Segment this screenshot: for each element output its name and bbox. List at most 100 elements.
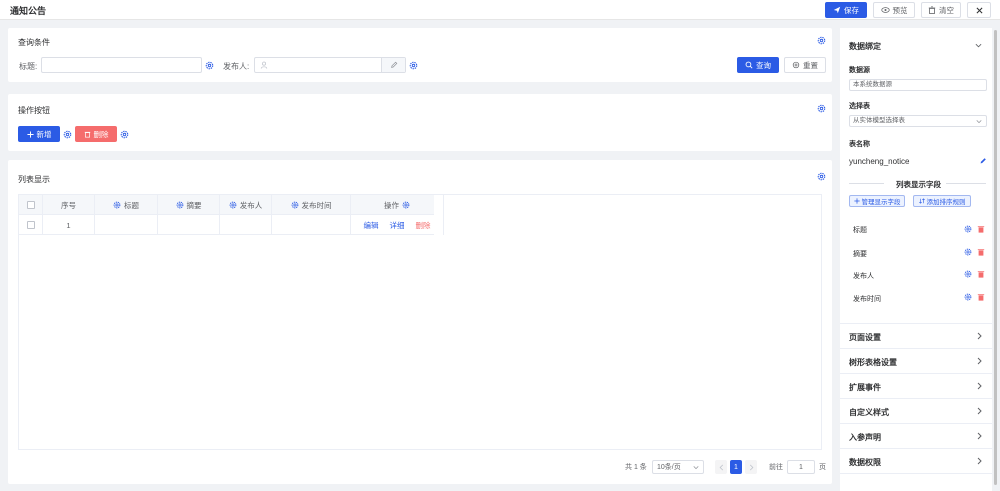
page-size-value: 10条/页 bbox=[657, 464, 681, 471]
table-name-label: 表名称 bbox=[849, 141, 870, 148]
gear-icon[interactable] bbox=[817, 36, 826, 45]
table-header: 序号 标题 摘要 发布人 发布时间 操作 bbox=[19, 195, 444, 215]
gear-icon[interactable] bbox=[964, 248, 972, 256]
section-extension-events[interactable]: 扩展事件 bbox=[840, 373, 992, 398]
section-page-settings[interactable]: 页面设置 bbox=[840, 323, 992, 348]
section-input-params[interactable]: 入参声明 bbox=[840, 423, 992, 448]
section-label: 树形表格设置 bbox=[849, 358, 897, 367]
field-item: 发布人 bbox=[853, 273, 874, 280]
query-section-title: 查询条件 bbox=[18, 38, 50, 47]
trash-icon[interactable] bbox=[977, 293, 985, 301]
properties-panel: 数据绑定 数据源 本系统数据源 选择表 从实体模型选择表 表名称 yunchen… bbox=[840, 28, 992, 491]
gear-icon[interactable] bbox=[63, 130, 72, 139]
manage-fields-label: 管理显示字段 bbox=[861, 199, 901, 206]
send-icon bbox=[833, 6, 841, 14]
datasource-select[interactable]: 本系统数据源 bbox=[849, 79, 987, 91]
row-time-cell bbox=[272, 215, 351, 235]
manage-fields-button[interactable]: 管理显示字段 bbox=[849, 195, 905, 207]
chevron-down-icon bbox=[693, 466, 699, 470]
add-button[interactable]: 新增 bbox=[18, 126, 60, 142]
edit-icon bbox=[391, 61, 398, 68]
prev-page-button[interactable] bbox=[715, 460, 727, 474]
gear-icon[interactable] bbox=[120, 130, 129, 139]
preview-button[interactable]: 预览 bbox=[873, 2, 915, 18]
chevron-right-icon bbox=[977, 457, 982, 465]
add-sort-label: 添加排序规则 bbox=[926, 199, 966, 206]
chevron-right-icon bbox=[977, 407, 982, 415]
sidebar-scrollbar[interactable] bbox=[993, 28, 998, 491]
column-label: 发布人 bbox=[239, 200, 263, 210]
section-custom-style[interactable]: 自定义样式 bbox=[840, 398, 992, 423]
gear-icon[interactable] bbox=[964, 293, 972, 301]
select-all-cell bbox=[19, 195, 43, 215]
row-index: 1 bbox=[43, 215, 95, 235]
section-tree-table-settings[interactable]: 树形表格设置 bbox=[840, 348, 992, 373]
list-section-title: 列表显示 bbox=[18, 175, 50, 184]
gear-icon[interactable] bbox=[964, 225, 972, 233]
select-all-checkbox[interactable] bbox=[26, 201, 35, 209]
chevron-down-icon[interactable] bbox=[975, 43, 982, 48]
scrollbar-thumb[interactable] bbox=[994, 30, 997, 485]
page-size-select[interactable]: 10条/页 bbox=[652, 460, 704, 474]
gear-icon[interactable] bbox=[964, 270, 972, 278]
search-button[interactable]: 查询 bbox=[737, 57, 779, 73]
field-item: 摘要 bbox=[853, 251, 867, 258]
next-page-button[interactable] bbox=[745, 460, 757, 474]
datasource-label: 数据源 bbox=[849, 67, 870, 74]
actions-card: 操作按钮 新增 删除 bbox=[8, 94, 832, 151]
gear-icon[interactable] bbox=[229, 201, 237, 209]
gear-icon[interactable] bbox=[176, 201, 184, 209]
clear-button[interactable]: 清空 bbox=[921, 2, 961, 18]
trash-icon[interactable] bbox=[977, 248, 985, 256]
search-icon bbox=[745, 61, 753, 69]
trash-icon[interactable] bbox=[977, 270, 985, 278]
data-table: 序号 标题 摘要 发布人 发布时间 操作 1 编辑 详细 删除 bbox=[18, 194, 822, 450]
trash-icon[interactable] bbox=[977, 225, 985, 233]
publisher-input[interactable] bbox=[254, 57, 406, 73]
gear-icon[interactable] bbox=[409, 61, 418, 70]
list-fields-title: 列表显示字段 bbox=[896, 180, 941, 189]
row-checkbox[interactable] bbox=[26, 221, 35, 229]
chevron-right-icon bbox=[977, 332, 982, 340]
delete-button[interactable]: 删除 bbox=[75, 126, 117, 142]
column-label: 标题 bbox=[124, 200, 139, 210]
table-row: 1 编辑 详细 删除 bbox=[19, 215, 444, 235]
publisher-picker[interactable] bbox=[381, 58, 405, 72]
row-actions-cell: 编辑 详细 删除 bbox=[351, 215, 444, 235]
title-input[interactable] bbox=[41, 57, 202, 73]
top-bar: 通知公告 保存 预览 清空 bbox=[0, 0, 1000, 20]
select-table-select[interactable]: 从实体模型选择表 bbox=[849, 115, 987, 127]
divider bbox=[849, 183, 884, 184]
column-label: 摘要 bbox=[186, 200, 202, 210]
page-title: 通知公告 bbox=[10, 6, 47, 16]
row-delete-link[interactable]: 删除 bbox=[416, 220, 431, 231]
query-card: 查询条件 标题: 发布人: 查询 重置 bbox=[8, 28, 832, 82]
column-label: 发布时间 bbox=[301, 200, 332, 210]
edit-icon[interactable] bbox=[979, 157, 987, 165]
search-label: 查询 bbox=[756, 60, 771, 70]
section-label: 数据权限 bbox=[849, 458, 881, 467]
gear-icon[interactable] bbox=[205, 61, 214, 70]
title-label: 标题: bbox=[19, 62, 38, 71]
gear-icon[interactable] bbox=[402, 201, 410, 209]
plus-icon bbox=[853, 198, 860, 204]
gear-icon[interactable] bbox=[291, 201, 299, 209]
gear-icon[interactable] bbox=[817, 172, 826, 181]
clear-label: 清空 bbox=[939, 5, 954, 15]
row-detail-link[interactable]: 详细 bbox=[390, 220, 405, 231]
save-button[interactable]: 保存 bbox=[825, 2, 867, 18]
add-sort-rule-button[interactable]: 添加排序规则 bbox=[913, 195, 971, 207]
gear-icon[interactable] bbox=[817, 104, 826, 113]
goto-input[interactable]: 1 bbox=[787, 460, 815, 474]
gear-icon[interactable] bbox=[113, 201, 121, 209]
column-header-publish-time: 发布时间 bbox=[272, 195, 351, 215]
section-data-permission[interactable]: 数据权限 bbox=[840, 448, 992, 473]
page-number-current[interactable]: 1 bbox=[730, 460, 742, 474]
column-header-index: 序号 bbox=[43, 195, 95, 215]
row-edit-link[interactable]: 编辑 bbox=[364, 220, 379, 231]
column-header-summary: 摘要 bbox=[158, 195, 220, 215]
reset-button[interactable]: 重置 bbox=[784, 57, 826, 73]
row-title-cell bbox=[95, 215, 158, 235]
close-button[interactable] bbox=[967, 2, 991, 18]
select-table-label: 选择表 bbox=[849, 103, 870, 110]
